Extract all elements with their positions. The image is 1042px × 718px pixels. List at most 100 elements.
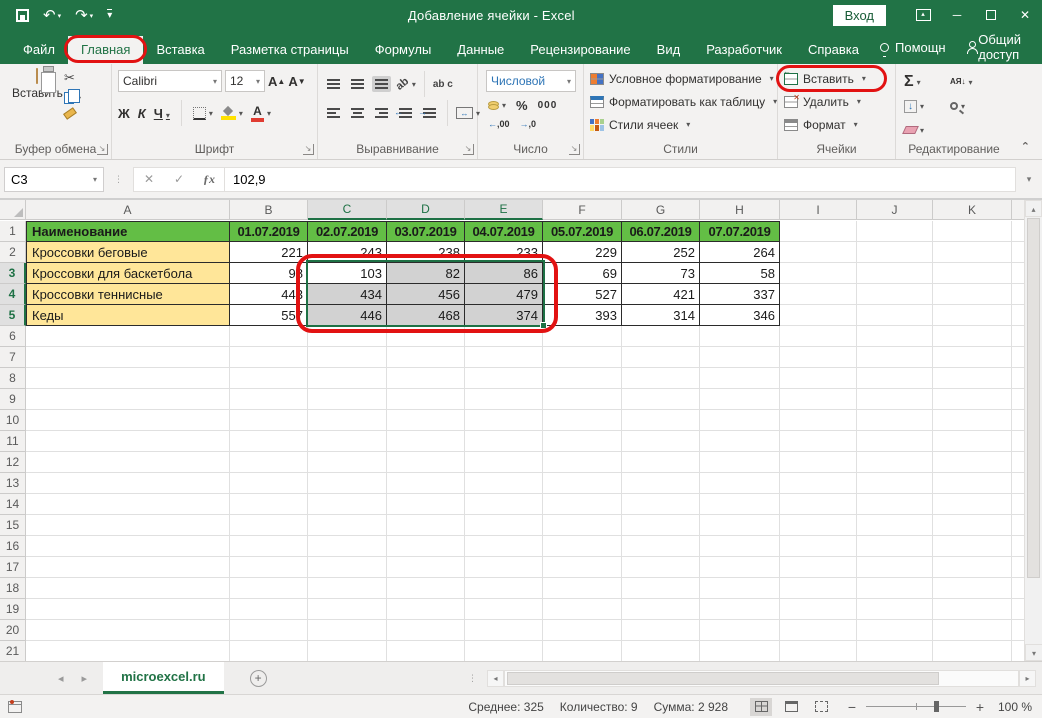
cell-F19[interactable] [543, 599, 622, 620]
cell-A10[interactable] [26, 410, 230, 431]
cell-B8[interactable] [230, 368, 308, 389]
cell-K12[interactable] [933, 452, 1012, 473]
align-left-icon[interactable] [324, 105, 343, 121]
decrease-indent-icon[interactable] [396, 105, 415, 121]
cell-G12[interactable] [622, 452, 700, 473]
cell-G5[interactable]: 314 [622, 305, 700, 326]
select-all-corner[interactable] [0, 200, 26, 220]
cell-G21[interactable] [622, 641, 700, 661]
cell-J1[interactable] [857, 221, 933, 242]
clear-icon[interactable] [904, 118, 950, 142]
col-header-B[interactable]: B [230, 200, 308, 220]
cell-C18[interactable] [308, 578, 387, 599]
cell-B5[interactable]: 557 [230, 305, 308, 326]
cell-I7[interactable] [780, 347, 857, 368]
view-page-layout-icon[interactable] [780, 698, 802, 716]
find-select-icon[interactable] [950, 94, 996, 118]
cell-K9[interactable] [933, 389, 1012, 410]
name-box-dropdown-icon[interactable]: ▾ [93, 175, 97, 184]
scroll-up-icon[interactable]: ▴ [1025, 200, 1042, 217]
cell-styles-button[interactable]: Стили ячеек [584, 113, 777, 136]
cell-G11[interactable] [622, 431, 700, 452]
cell-G15[interactable] [622, 515, 700, 536]
cell-D1[interactable]: 03.07.2019 [387, 221, 465, 242]
cell-G4[interactable]: 421 [622, 284, 700, 305]
cell-K10[interactable] [933, 410, 1012, 431]
font-name-combo[interactable]: Calibri▾ [118, 70, 222, 92]
cell-E13[interactable] [465, 473, 543, 494]
cell-G16[interactable] [622, 536, 700, 557]
cell-B1[interactable]: 01.07.2019 [230, 221, 308, 242]
cell-E9[interactable] [465, 389, 543, 410]
font-dialog-launcher-icon[interactable]: ↘ [303, 144, 314, 155]
cell-F9[interactable] [543, 389, 622, 410]
cancel-icon[interactable]: ✕ [134, 172, 164, 186]
cell-A19[interactable] [26, 599, 230, 620]
cell-I4[interactable] [780, 284, 857, 305]
macro-record-icon[interactable] [8, 701, 22, 713]
cell-A11[interactable] [26, 431, 230, 452]
cell-K20[interactable] [933, 620, 1012, 641]
cell-A18[interactable] [26, 578, 230, 599]
cell-H16[interactable] [700, 536, 780, 557]
cell-D4[interactable]: 456 [387, 284, 465, 305]
row-header-9[interactable]: 9 [0, 389, 26, 410]
cell-B6[interactable] [230, 326, 308, 347]
cell-D8[interactable] [387, 368, 465, 389]
cell-C12[interactable] [308, 452, 387, 473]
align-bottom-icon[interactable] [372, 76, 391, 92]
cell-I9[interactable] [780, 389, 857, 410]
cell-C19[interactable] [308, 599, 387, 620]
cell-B18[interactable] [230, 578, 308, 599]
row-header-14[interactable]: 14 [0, 494, 26, 515]
cell-K3[interactable] [933, 263, 1012, 284]
tab-разработчик[interactable]: Разработчик [693, 36, 795, 64]
cell-A21[interactable] [26, 641, 230, 661]
cell-F4[interactable]: 527 [543, 284, 622, 305]
clipboard-dialog-launcher-icon[interactable]: ↘ [97, 144, 108, 155]
cell-B7[interactable] [230, 347, 308, 368]
cell-D19[interactable] [387, 599, 465, 620]
cell-B12[interactable] [230, 452, 308, 473]
cell-B4[interactable]: 443 [230, 284, 308, 305]
cell-D6[interactable] [387, 326, 465, 347]
cell-E17[interactable] [465, 557, 543, 578]
cell-J9[interactable] [857, 389, 933, 410]
cell-K15[interactable] [933, 515, 1012, 536]
cell-B9[interactable] [230, 389, 308, 410]
tab-assistant[interactable]: Помощн [872, 34, 954, 61]
cell-J3[interactable] [857, 263, 933, 284]
cell-D21[interactable] [387, 641, 465, 661]
cell-I13[interactable] [780, 473, 857, 494]
cell-G18[interactable] [622, 578, 700, 599]
cell-D14[interactable] [387, 494, 465, 515]
cell-K13[interactable] [933, 473, 1012, 494]
increase-indent-icon[interactable] [420, 105, 439, 121]
cell-J15[interactable] [857, 515, 933, 536]
cell-F21[interactable] [543, 641, 622, 661]
cell-J16[interactable] [857, 536, 933, 557]
cell-G2[interactable]: 252 [622, 242, 700, 263]
cell-E20[interactable] [465, 620, 543, 641]
tab-формулы[interactable]: Формулы [362, 36, 445, 64]
zoom-slider[interactable] [866, 706, 966, 707]
align-center-icon[interactable] [348, 105, 367, 121]
cell-F17[interactable] [543, 557, 622, 578]
cell-H8[interactable] [700, 368, 780, 389]
align-middle-icon[interactable] [348, 76, 367, 92]
cell-I10[interactable] [780, 410, 857, 431]
cell-C4[interactable]: 434 [308, 284, 387, 305]
cell-A15[interactable] [26, 515, 230, 536]
delete-cells-button[interactable]: Удалить [778, 90, 895, 113]
cell-K1[interactable] [933, 221, 1012, 242]
cell-A4[interactable]: Кроссовки теннисные [26, 284, 230, 305]
font-size-combo[interactable]: 12▾ [225, 70, 265, 92]
zoom-out-icon[interactable]: − [846, 699, 858, 715]
col-header-A[interactable]: A [26, 200, 230, 220]
cell-J21[interactable] [857, 641, 933, 661]
scroll-down-icon[interactable]: ▾ [1025, 644, 1042, 661]
cell-F5[interactable]: 393 [543, 305, 622, 326]
row-header-11[interactable]: 11 [0, 431, 26, 452]
tab-вид[interactable]: Вид [644, 36, 694, 64]
cell-D17[interactable] [387, 557, 465, 578]
